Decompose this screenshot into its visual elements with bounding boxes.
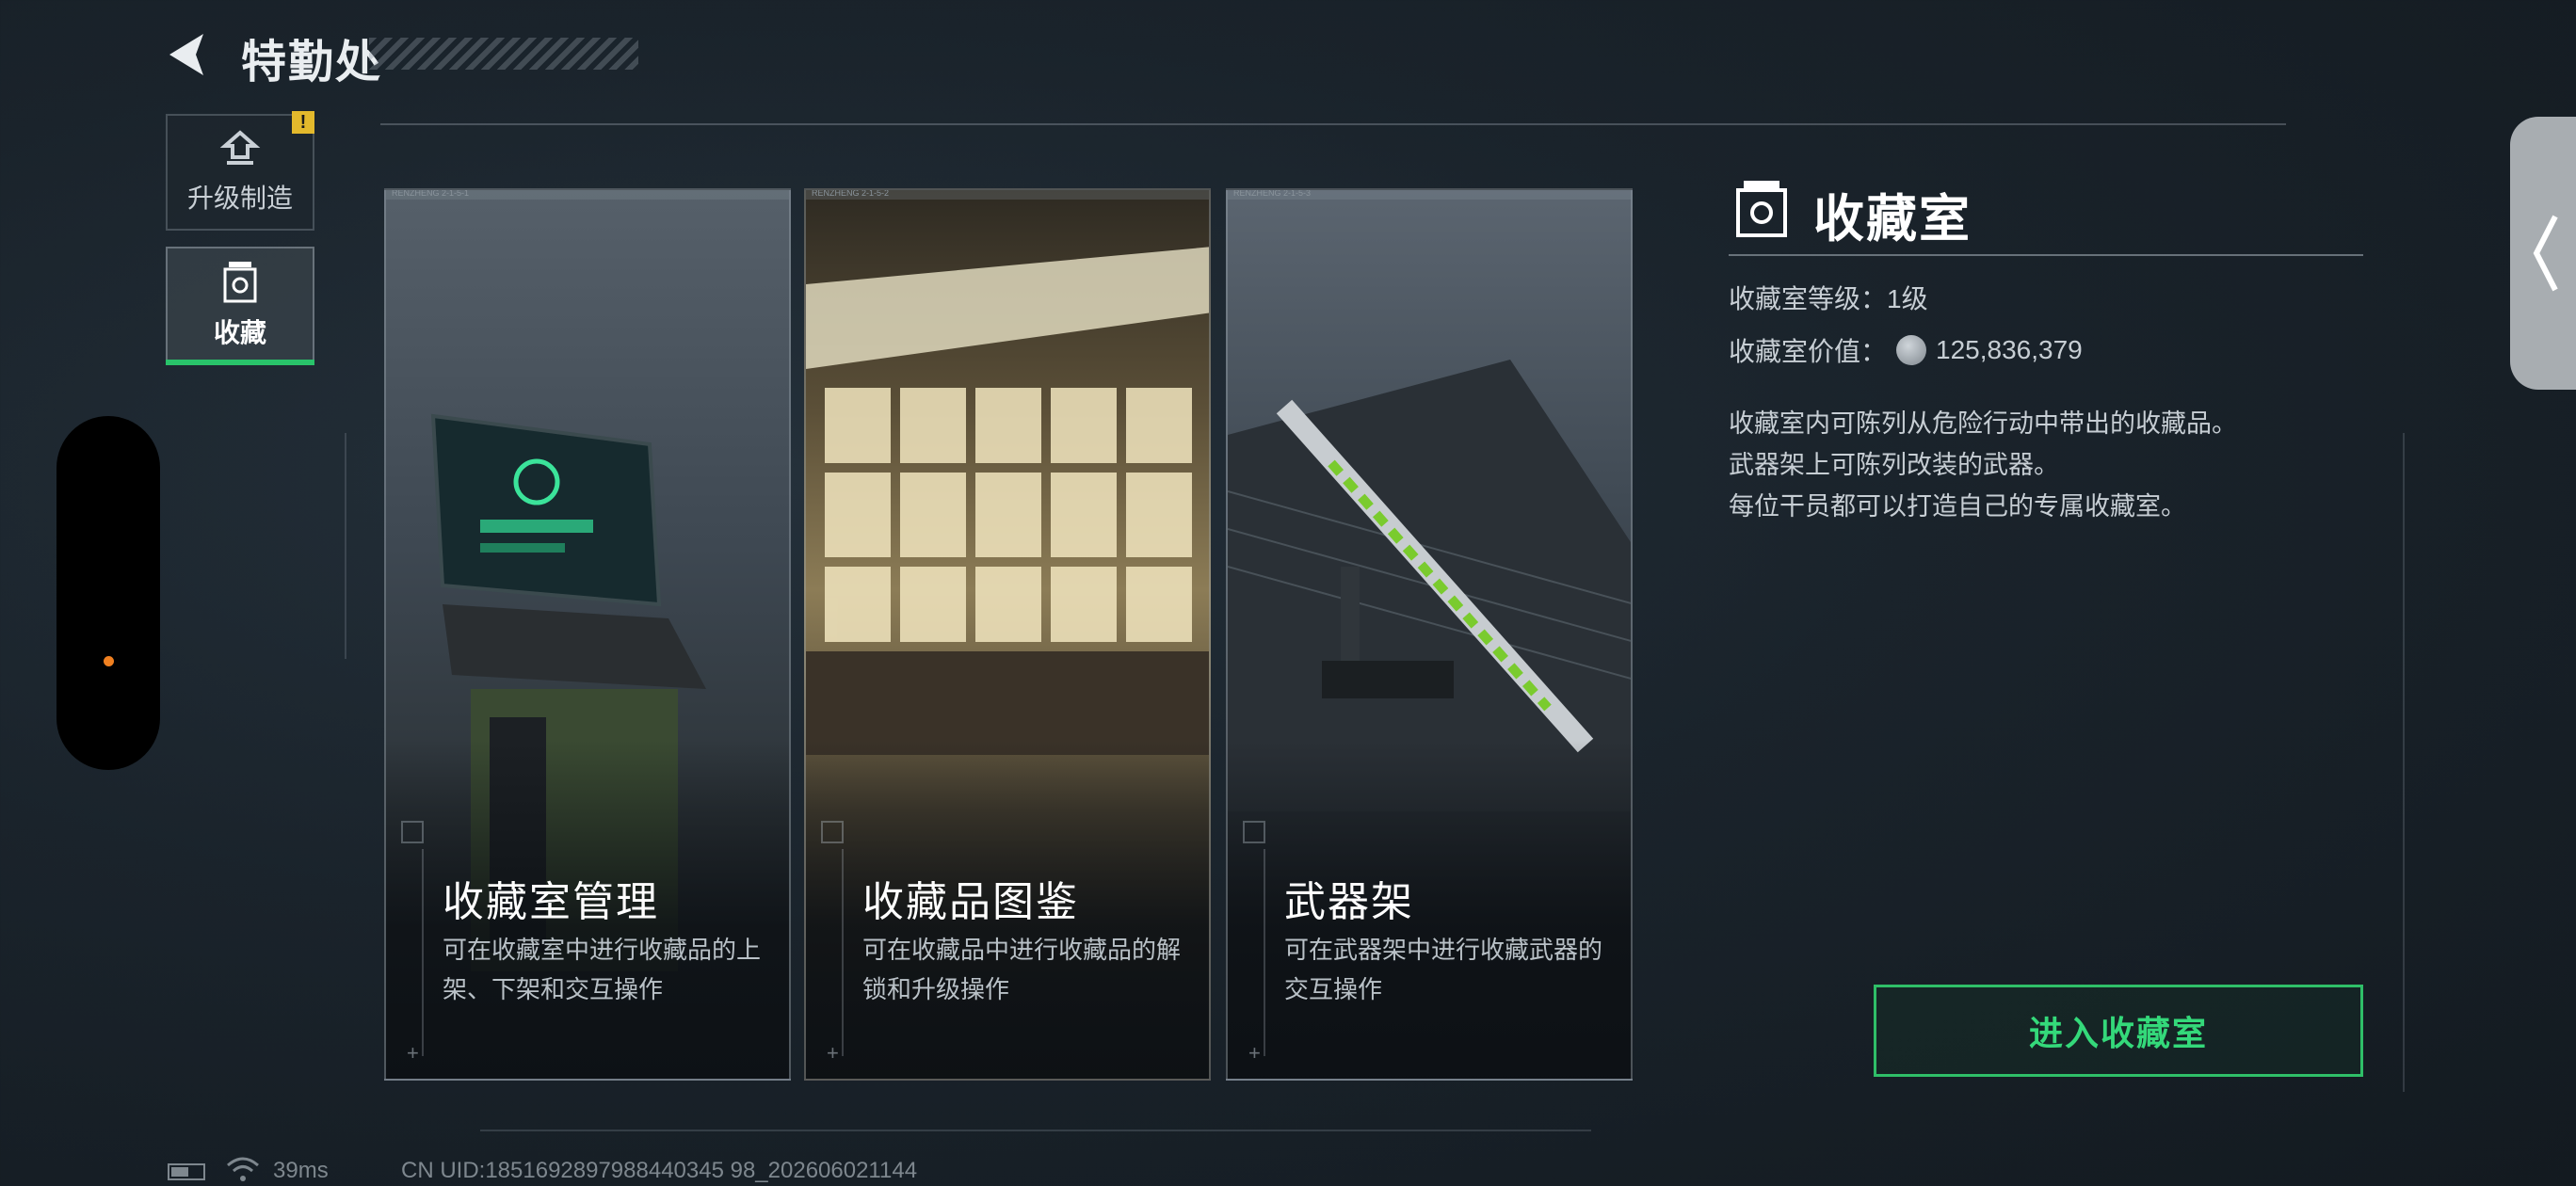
user-uid: CN UID:1851692897988440345 98_2026060211… — [401, 1158, 918, 1183]
card-description: 可在武器架中进行收藏武器的交互操作 — [1284, 936, 1603, 1003]
card-top-bar: RENZHENG 2-1-5-2 — [806, 190, 1209, 200]
expand-icon — [1243, 821, 1265, 843]
card-title: 收藏品图鉴 — [862, 879, 1079, 925]
collection-room-icon — [1736, 181, 1787, 237]
card-collection-room-management[interactable]: RENZHENG 2-1-5-1 收藏室管理 可在收藏室中进行收藏品的上架、下架… — [384, 188, 791, 1081]
room-value-row: 收藏室价值： 125,836,379 — [1729, 331, 2083, 369]
back-arrow-icon[interactable] — [162, 28, 215, 81]
card-description: 可在收藏室中进行收藏品的上架、下架和交互操作 — [443, 936, 762, 1003]
enter-collection-room-button[interactable]: 进入收藏室 — [1874, 985, 2363, 1077]
card-title: 武器架 — [1284, 879, 1414, 925]
network-latency: 39ms — [273, 1158, 329, 1183]
title-decoration — [369, 38, 638, 70]
card-top-bar: RENZHENG 2-1-5-3 — [1228, 190, 1631, 200]
description-line: 收藏室内可陈列从危险行动中带出的收藏品。 — [1729, 409, 2237, 438]
page-title: 特勤处 — [241, 38, 383, 88]
panel-description: 收藏室内可陈列从危险行动中带出的收藏品。 武器架上可陈列改装的武器。 每位干员都… — [1729, 403, 2237, 527]
status-dot — [104, 656, 114, 666]
room-level: 收藏室等级：1级 — [1729, 284, 1928, 313]
room-value: 125,836,379 — [1936, 335, 2083, 364]
side-drawer-tab[interactable] — [2510, 117, 2576, 390]
description-line: 武器架上可陈列改装的武器。 — [1729, 451, 2059, 479]
currency-coin-icon — [1896, 335, 1927, 365]
upgrade-icon — [219, 130, 261, 165]
plus-icon: + — [827, 1041, 839, 1065]
card-code: RENZHENG 2-1-5-3 — [1233, 188, 1312, 198]
card-collectible-catalog[interactable]: RENZHENG 2-1-5-2 收藏品图鉴 可在收藏品中进行收藏品的解锁和升级… — [804, 188, 1211, 1081]
card-code: RENZHENG 2-1-5-1 — [392, 188, 470, 198]
expand-icon — [401, 821, 424, 843]
card-description: 可在收藏品中进行收藏品的解锁和升级操作 — [862, 936, 1182, 1003]
battery-icon — [168, 1163, 205, 1180]
description-line: 每位干员都可以打造自己的专属收藏室。 — [1729, 492, 2186, 521]
panel-divider — [1729, 254, 2363, 256]
sidebar-item-label: 升级制造 — [186, 184, 293, 213]
card-weapon-rack[interactable]: RENZHENG 2-1-5-3 武器架 可在武器架中进行收藏武器的交互操作 + — [1226, 188, 1633, 1081]
alert-badge: ! — [292, 111, 314, 134]
card-code: RENZHENG 2-1-5-2 — [812, 188, 890, 198]
card-title: 收藏室管理 — [443, 879, 659, 925]
plus-icon: + — [407, 1041, 419, 1065]
wifi-icon — [227, 1157, 259, 1181]
collection-icon — [223, 262, 257, 303]
chevron-left-icon — [2533, 215, 2558, 292]
display-shelves-illustration — [806, 247, 1209, 755]
sidebar-item-label: 收藏 — [213, 318, 266, 347]
header-divider — [380, 123, 2286, 125]
sidebar-item-collection[interactable]: 收藏 — [166, 247, 314, 365]
plus-icon: + — [1248, 1041, 1261, 1065]
card-top-bar: RENZHENG 2-1-5-1 — [386, 190, 789, 200]
room-value-label: 收藏室价值： — [1729, 337, 1888, 366]
floating-overlay-pill[interactable] — [56, 416, 160, 770]
expand-icon — [821, 821, 844, 843]
panel-title: 收藏室 — [1813, 191, 1972, 248]
rifle-illustration — [1228, 360, 1631, 811]
